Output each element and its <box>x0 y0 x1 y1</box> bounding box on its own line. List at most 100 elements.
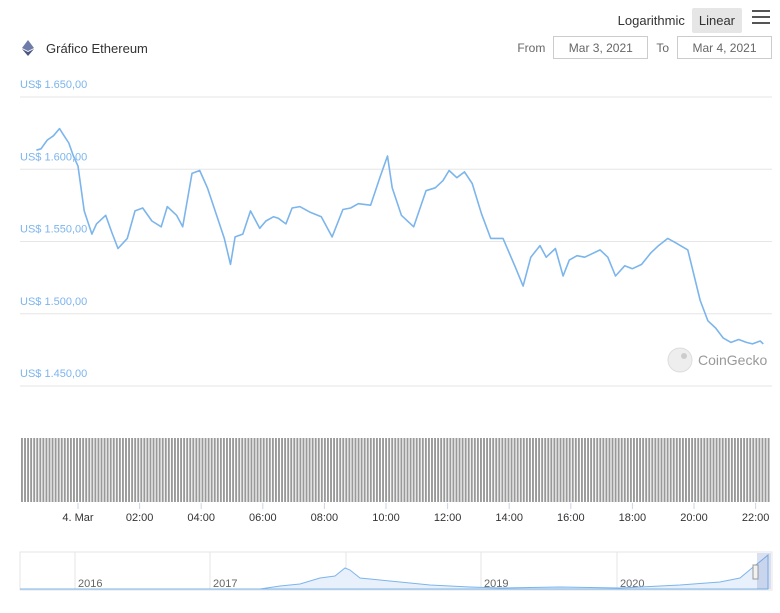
volume-bar <box>584 438 586 502</box>
x-tick-label: 12:00 <box>434 512 462 524</box>
volume-bar <box>492 438 495 502</box>
volume-bar <box>431 438 433 502</box>
volume-bar <box>596 438 599 502</box>
volume-bar <box>718 438 721 502</box>
volume-bar <box>590 438 593 502</box>
navigator-window[interactable] <box>757 553 771 589</box>
volume-bar <box>611 438 614 502</box>
volume-bar <box>672 438 675 502</box>
volume-bar <box>721 438 724 502</box>
volume-bar <box>195 438 198 502</box>
volume-bar <box>97 438 100 502</box>
volume-bar <box>519 438 522 502</box>
volume-bar <box>27 438 30 502</box>
volume-bar <box>522 438 525 502</box>
volume-bar <box>510 438 513 502</box>
volume-bar <box>703 438 706 502</box>
x-tick-label: 4. Mar <box>62 512 94 524</box>
volume-bar <box>651 438 654 502</box>
volume-bar <box>192 438 195 502</box>
volume-bar <box>137 438 140 502</box>
volume-bar <box>700 438 703 502</box>
volume-bar <box>305 438 308 502</box>
volume-bar <box>131 438 134 502</box>
volume-bar <box>24 438 26 502</box>
volume-bar <box>645 438 648 502</box>
navigator-year-label: 2017 <box>213 578 237 590</box>
volume-bar <box>473 438 476 502</box>
navigator-handle[interactable] <box>752 564 759 580</box>
volume-bar <box>452 438 455 502</box>
volume-bar <box>666 438 669 502</box>
volume-bar <box>253 438 256 502</box>
volume-bar <box>379 438 381 502</box>
volume-bar <box>489 438 492 502</box>
volume-bar <box>140 438 143 502</box>
volume-bar <box>608 438 611 502</box>
volume-bar <box>45 438 48 502</box>
volume-bar <box>210 438 213 502</box>
volume-bar <box>281 438 283 502</box>
volume-bar <box>226 438 228 502</box>
volume-bar <box>740 438 742 502</box>
volume-bar <box>342 438 345 502</box>
volume-bar <box>657 438 660 502</box>
volume-bar <box>109 438 112 502</box>
volume-bar <box>278 438 280 502</box>
volume-bar <box>440 438 443 502</box>
volume-bar <box>761 438 764 502</box>
volume-bar <box>675 438 678 502</box>
volume-bar <box>357 438 360 502</box>
volume-bar <box>262 438 265 502</box>
volume-bar <box>213 438 216 502</box>
volume-bar <box>746 438 749 502</box>
volume-bar <box>216 438 219 502</box>
volume-bar <box>602 438 605 502</box>
volume-bar <box>48 438 51 502</box>
y-tick-label: US$ 1.500,00 <box>20 296 87 308</box>
volume-bar <box>743 438 746 502</box>
volume-bar <box>648 438 651 502</box>
volume-bar <box>663 438 666 502</box>
volume-bar <box>299 438 302 502</box>
volume-bar <box>446 438 449 502</box>
volume-bar <box>103 438 106 502</box>
volume-bar <box>412 438 415 502</box>
volume-bar <box>614 438 617 502</box>
x-tick-label: 02:00 <box>126 512 154 524</box>
volume-bar <box>327 438 329 502</box>
volume-bar <box>290 438 293 502</box>
volume-bar <box>715 438 718 502</box>
volume-bar <box>112 438 115 502</box>
volume-bar <box>189 438 192 502</box>
volume-bar <box>733 438 736 502</box>
volume-bar <box>565 438 568 502</box>
volume-bar <box>697 438 700 502</box>
volume-bar <box>727 438 730 502</box>
volume-bar <box>88 438 91 502</box>
volume-bar <box>752 438 755 502</box>
grid-lines <box>20 96 772 387</box>
x-axis-labels: 4. Mar 02:00 04:00 06:00 08:00 10:00 12:00 14:0… <box>62 503 769 524</box>
volume-bar <box>767 438 770 502</box>
volume-bar <box>535 438 537 502</box>
volume-bar <box>39 438 42 502</box>
volume-bar <box>400 438 403 502</box>
volume-bar <box>541 438 544 502</box>
volume-bar <box>369 438 372 502</box>
volume-bar <box>259 438 262 502</box>
navigator[interactable]: 20162017201820192020 <box>19 551 773 591</box>
volume-bar <box>706 438 709 502</box>
volume-bar <box>296 438 299 502</box>
volume-bar <box>495 438 498 502</box>
volume-bar <box>351 438 354 502</box>
volume-bar <box>125 438 127 502</box>
volume-bar <box>375 438 378 502</box>
volume-bar <box>758 438 761 502</box>
volume-bar <box>391 438 394 502</box>
volume-bar <box>219 438 222 502</box>
volume-bar <box>577 438 580 502</box>
y-tick-label: US$ 1.550,00 <box>20 224 87 236</box>
volume-bar <box>372 438 375 502</box>
volume-bar <box>678 438 681 502</box>
